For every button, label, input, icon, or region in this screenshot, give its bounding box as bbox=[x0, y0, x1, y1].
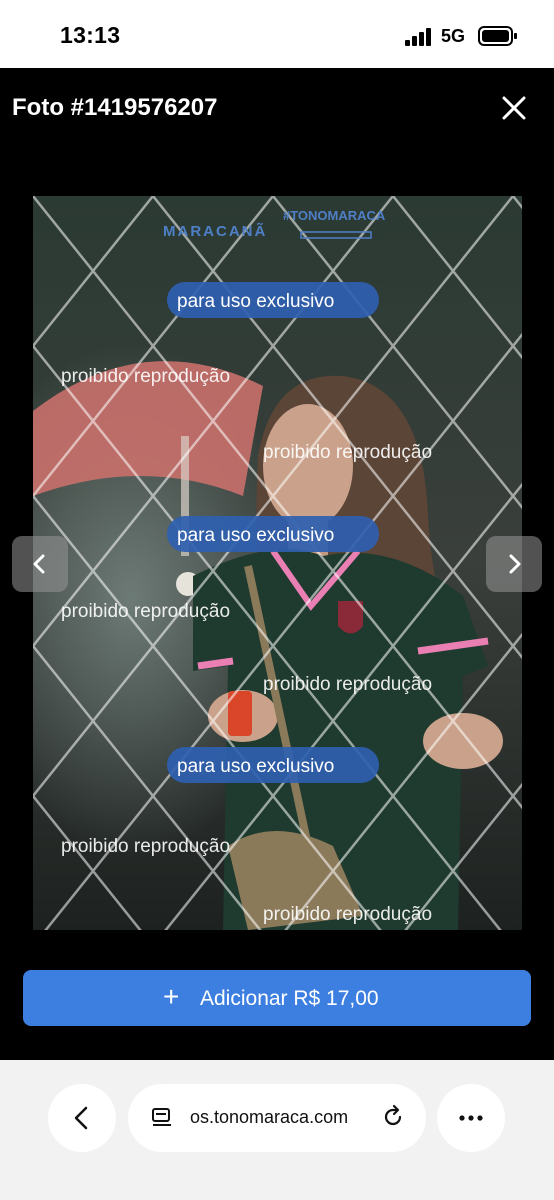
watermark-prohibited: proibido reprodução bbox=[263, 674, 432, 695]
chevron-left-icon bbox=[33, 554, 45, 574]
add-to-cart-button[interactable]: + Adicionar R$ 17,00 bbox=[23, 970, 531, 1026]
browser-toolbar: os.tonomaraca.com bbox=[0, 1060, 554, 1200]
add-to-cart-label: Adicionar R$ 17,00 bbox=[200, 987, 379, 1010]
status-time: 13:13 bbox=[60, 22, 121, 48]
page-menu-icon[interactable] bbox=[150, 1106, 174, 1130]
watermark-prohibited: proibido reprodução bbox=[61, 366, 230, 387]
watermark-exclusive: para uso exclusivo bbox=[177, 291, 334, 312]
signal-icon bbox=[405, 28, 431, 46]
more-options-button[interactable] bbox=[437, 1084, 505, 1152]
next-photo-button[interactable] bbox=[486, 536, 542, 592]
watermark-prohibited: proibido reprodução bbox=[263, 442, 432, 463]
watermark-prohibited: proibido reprodução bbox=[263, 904, 432, 925]
watermark-prohibited: proibido reprodução bbox=[61, 601, 230, 622]
address-url: os.tonomaraca.com bbox=[190, 1107, 349, 1127]
watermark-prohibited: proibido reprodução bbox=[61, 836, 230, 857]
chevron-left-icon bbox=[74, 1106, 88, 1130]
modal-title: Foto #1419576207 bbox=[12, 94, 218, 121]
close-icon bbox=[502, 96, 526, 120]
watermark-exclusive: para uso exclusivo bbox=[177, 756, 334, 777]
status-bar: 13:13 5G bbox=[0, 0, 554, 68]
close-button[interactable] bbox=[494, 88, 534, 128]
chevron-right-icon bbox=[509, 554, 521, 574]
previous-photo-button[interactable] bbox=[12, 536, 68, 592]
plus-icon: + bbox=[163, 981, 180, 1012]
photo-image: MARACANÃ #TONOMARACA para uso exclusivo … bbox=[33, 196, 522, 930]
network-label: 5G bbox=[441, 26, 466, 46]
battery-icon bbox=[478, 26, 517, 46]
reload-icon[interactable] bbox=[380, 1104, 406, 1130]
browser-back-button[interactable] bbox=[48, 1084, 116, 1152]
watermark-logo-maracana: MARACANÃ bbox=[163, 222, 267, 240]
more-horizontal-icon bbox=[459, 1115, 483, 1121]
photo-modal: Foto #1419576207 MARACANÃ #TONOMARACA pa… bbox=[0, 68, 554, 1060]
watermark-logo-tonomaraca: #TONOMARACA bbox=[283, 208, 386, 223]
address-bar[interactable]: os.tonomaraca.com bbox=[128, 1084, 426, 1152]
watermark-exclusive: para uso exclusivo bbox=[177, 525, 334, 546]
